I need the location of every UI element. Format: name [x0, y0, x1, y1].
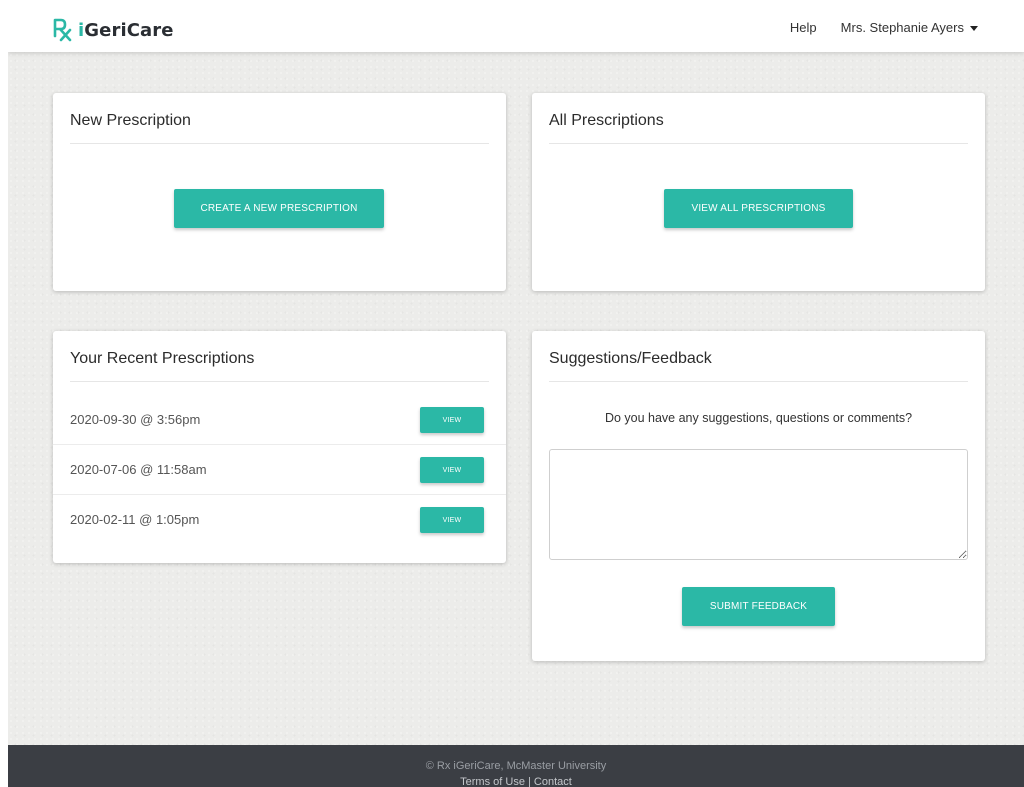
- feedback-card: Suggestions/Feedback Do you have any sug…: [532, 331, 985, 661]
- divider: [549, 381, 968, 382]
- main-content: New Prescription CREATE A NEW PRESCRIPTI…: [8, 52, 1024, 745]
- brand-name: iGeriCare: [78, 19, 174, 41]
- view-prescription-button[interactable]: VIEW: [420, 407, 484, 433]
- footer-separator: |: [524, 776, 534, 787]
- app-frame: iGeriCare Help Mrs. Stephanie Ayers New …: [8, 5, 1024, 787]
- divider: [549, 143, 968, 144]
- help-link[interactable]: Help: [790, 20, 817, 35]
- all-prescriptions-title: All Prescriptions: [549, 112, 664, 129]
- prescription-date: 2020-02-11 @ 1:05pm: [70, 512, 200, 527]
- recent-prescriptions-card: Your Recent Prescriptions 2020-09-30 @ 3…: [53, 331, 506, 563]
- prescription-date: 2020-07-06 @ 11:58am: [70, 462, 207, 477]
- rx-logo-icon: [53, 18, 72, 42]
- prescription-date: 2020-09-30 @ 3:56pm: [70, 412, 201, 427]
- feedback-textarea[interactable]: [549, 449, 968, 560]
- recent-prescriptions-title: Your Recent Prescriptions: [70, 350, 255, 367]
- user-menu[interactable]: Mrs. Stephanie Ayers: [841, 20, 978, 35]
- view-prescription-button[interactable]: VIEW: [420, 457, 484, 483]
- create-prescription-button[interactable]: CREATE A NEW PRESCRIPTION: [174, 189, 384, 228]
- new-prescription-title: New Prescription: [70, 112, 191, 129]
- divider: [70, 381, 489, 382]
- feedback-title: Suggestions/Feedback: [549, 350, 712, 367]
- all-prescriptions-card: All Prescriptions VIEW ALL PRESCRIPTIONS: [532, 93, 985, 291]
- feedback-question: Do you have any suggestions, questions o…: [604, 411, 913, 425]
- list-item: 2020-02-11 @ 1:05pm VIEW: [53, 495, 506, 545]
- terms-of-use-link[interactable]: Terms of Use: [460, 776, 525, 787]
- new-prescription-card: New Prescription CREATE A NEW PRESCRIPTI…: [53, 93, 506, 291]
- view-all-prescriptions-button[interactable]: VIEW ALL PRESCRIPTIONS: [664, 189, 853, 228]
- brand-name-rest: GeriCare: [84, 19, 174, 41]
- list-item: 2020-09-30 @ 3:56pm VIEW: [53, 395, 506, 445]
- list-item: 2020-07-06 @ 11:58am VIEW: [53, 445, 506, 495]
- footer: © Rx iGeriCare, McMaster University Term…: [8, 745, 1024, 787]
- footer-copyright: © Rx iGeriCare, McMaster University: [425, 760, 607, 772]
- nav-right: Help Mrs. Stephanie Ayers: [790, 20, 978, 35]
- user-name: Mrs. Stephanie Ayers: [840, 20, 964, 35]
- view-prescription-button[interactable]: VIEW: [420, 507, 484, 533]
- top-navbar: iGeriCare Help Mrs. Stephanie Ayers: [8, 5, 1024, 52]
- footer-links: Terms of Use | Contact: [8, 776, 1024, 787]
- brand-logo[interactable]: iGeriCare: [52, 18, 174, 42]
- divider: [70, 143, 489, 144]
- submit-feedback-button[interactable]: SUBMIT FEEDBACK: [682, 587, 835, 626]
- caret-down-icon: [970, 25, 978, 31]
- contact-link[interactable]: Contact: [534, 776, 572, 787]
